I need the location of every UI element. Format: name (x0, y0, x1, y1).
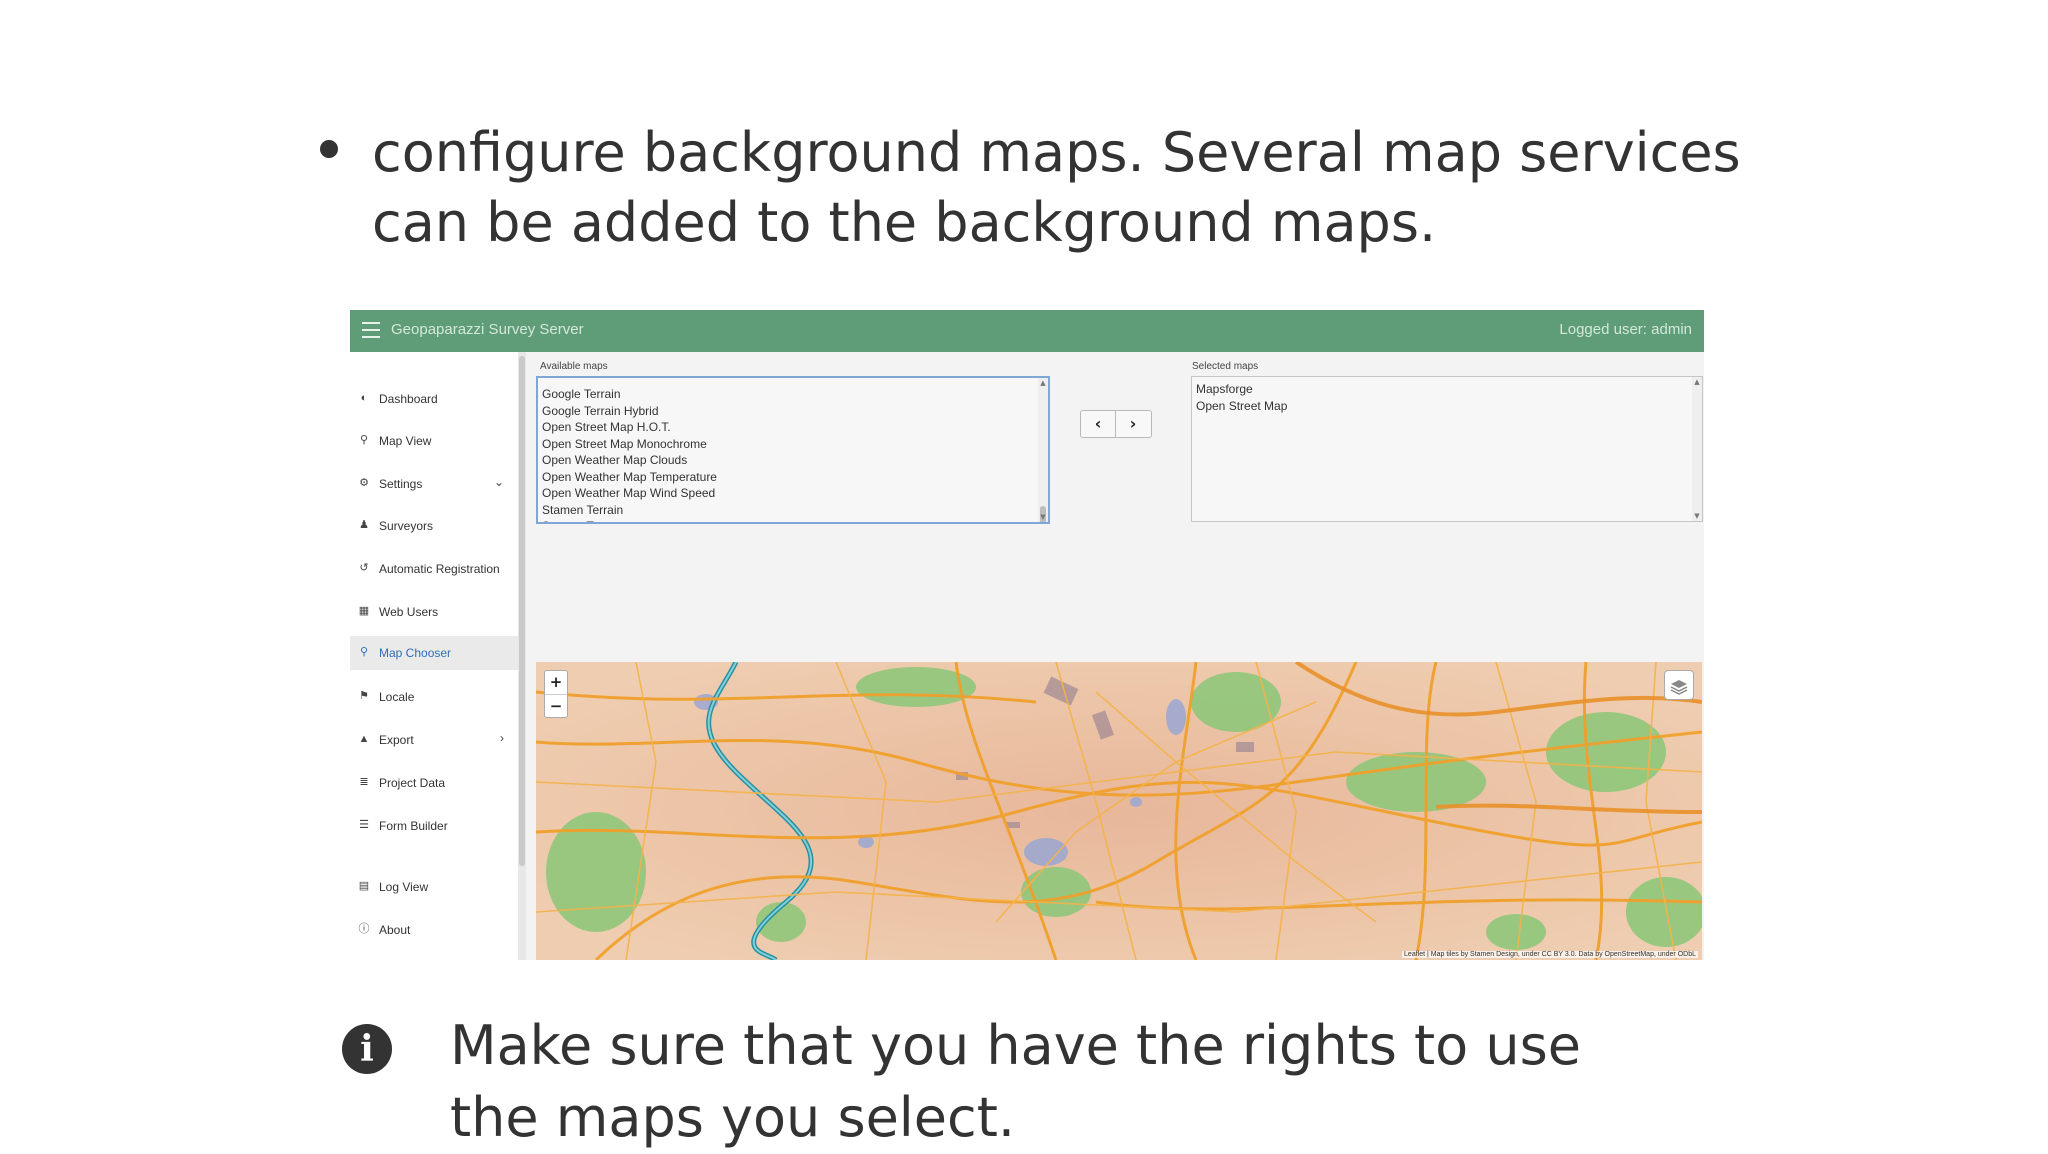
zoom-in-button[interactable]: + (545, 671, 567, 693)
info-icon: ⓘ (358, 923, 370, 935)
chevron-down-icon: ⌄ (493, 475, 504, 489)
sidebar-item-project-data[interactable]: ≣ Project Data (350, 766, 518, 800)
sidebar-item-label: Locale (379, 690, 415, 704)
gears-icon: ⚙ (359, 477, 369, 489)
scroll-down-icon[interactable]: ▼ (1039, 513, 1047, 521)
sidebar-item-label: Export (379, 733, 414, 747)
app-header: Geopaparazzi Survey Server Logged user: … (350, 310, 1704, 352)
history-icon: ↺ (359, 562, 369, 574)
scroll-up-icon[interactable]: ▲ (1039, 379, 1047, 387)
map-pin-icon: ⚲ (359, 646, 369, 658)
available-map-option[interactable]: Google Terrain (542, 386, 1022, 402)
available-map-option[interactable]: Open Street Map H.O.T. (542, 419, 1022, 435)
move-buttons: ‹ › (1080, 410, 1152, 438)
map-preview[interactable]: + − Leaflet | Map tiles by Stamen Design… (536, 662, 1702, 960)
sidebar-item-automatic-registration[interactable]: ↺ Automatic Registration (350, 552, 518, 586)
export-icon: ▲ (358, 733, 370, 745)
scroll-down-icon[interactable]: ▼ (1693, 512, 1701, 520)
sidebar-item-settings[interactable]: ⚙ Settings ⌄ (350, 467, 518, 501)
info-circle-icon: i (342, 1024, 392, 1074)
sidebar-item-label: Surveyors (379, 519, 434, 533)
move-left-button[interactable]: ‹ (1081, 411, 1116, 437)
sidebar-item-export[interactable]: ▲ Export › (350, 723, 518, 757)
sidebar-item-dashboard[interactable]: ◐ Dashboard (350, 382, 518, 416)
available-map-option[interactable]: Stamen Toner (542, 518, 1022, 522)
database-icon: ≣ (359, 776, 369, 788)
sidebar-item-label: Form Builder (379, 819, 448, 833)
available-map-option[interactable]: Open Weather Map Clouds (542, 452, 1022, 468)
sidebar: ◐ Dashboard ⚲ Map View ⚙ Settings ⌄ ♟ Su… (350, 352, 518, 960)
sidebar-item-label: Settings (379, 477, 423, 491)
sidebar-item-label: Web Users (379, 605, 439, 619)
app-title: Geopaparazzi Survey Server (391, 321, 584, 338)
sidebar-item-web-users[interactable]: ▦ Web Users (350, 595, 518, 629)
selected-map-option[interactable]: Open Street Map (1196, 398, 1287, 414)
user-icon: ♟ (359, 519, 369, 531)
sidebar-item-map-chooser[interactable]: ⚲ Map Chooser (350, 636, 518, 670)
sidebar-item-label: Map Chooser (379, 646, 452, 660)
flag-icon: ⚑ (359, 690, 369, 702)
sidebar-item-about[interactable]: ⓘ About (350, 913, 518, 947)
available-maps-label: Available maps (540, 361, 608, 372)
scroll-up-icon[interactable]: ▲ (1693, 378, 1701, 386)
map-attribution: Leaflet | Map tiles by Stamen Design, un… (1402, 951, 1698, 958)
available-map-option[interactable]: Open Street Map Monochrome (542, 436, 1022, 452)
users-icon: ▦ (358, 605, 370, 617)
available-maps-list[interactable]: ▲ ▼ Google Terrain Google Terrain Hybrid O… (536, 376, 1050, 524)
available-map-option[interactable]: Stamen Terrain (542, 502, 1022, 518)
sidebar-item-label: Map View (379, 434, 432, 448)
sidebar-item-surveyors[interactable]: ♟ Surveyors (350, 509, 518, 543)
list-icon: ☰ (359, 819, 369, 831)
sidebar-scrollbar[interactable] (518, 352, 526, 960)
available-map-option[interactable]: Open Weather Map Temperature (542, 469, 1022, 485)
move-right-button[interactable]: › (1116, 411, 1150, 437)
layers-control-icon[interactable] (1664, 670, 1694, 700)
zoom-control: + − (544, 670, 568, 718)
sidebar-item-map-view[interactable]: ⚲ Map View (350, 424, 518, 458)
available-maps-scrollbar[interactable]: ▲ ▼ (1038, 378, 1048, 522)
selected-maps-list[interactable]: ▲ ▼ Mapsforge Open Street Map (1191, 376, 1703, 522)
sidebar-item-label: Dashboard (379, 392, 438, 406)
sidebar-item-locale[interactable]: ⚑ Locale (350, 680, 518, 714)
sidebar-item-label: Log View (379, 880, 429, 894)
sidebar-item-label: Automatic Registration (379, 562, 500, 576)
sidebar-scrollbar-thumb[interactable] (519, 356, 525, 866)
available-map-option[interactable]: Google Terrain Hybrid (542, 403, 1022, 419)
dashboard-icon: ◐ (360, 392, 368, 404)
selected-map-option[interactable]: Mapsforge (1196, 381, 1253, 397)
selected-maps-label: Selected maps (1192, 361, 1259, 372)
sidebar-item-label: About (379, 923, 411, 937)
sidebar-item-form-builder[interactable]: ☰ Form Builder (350, 809, 518, 843)
log-icon: ▤ (358, 880, 370, 892)
bullet-text: configure background maps. Several map s… (372, 121, 1741, 254)
hamburger-menu-icon[interactable] (362, 322, 380, 338)
available-map-option[interactable]: Open Weather Map Wind Speed (542, 485, 1022, 501)
map-pin-icon: ⚲ (359, 434, 369, 446)
bullet-dot (320, 140, 338, 158)
app-screenshot: Geopaparazzi Survey Server Logged user: … (350, 310, 1704, 960)
chevron-right-icon: › (500, 731, 504, 745)
watercolor-map-tiles (536, 662, 1702, 960)
info-note-text: Make sure that you have the rights to us… (450, 1014, 1581, 1149)
sidebar-item-log-view[interactable]: ▤ Log View (350, 870, 518, 904)
sidebar-item-label: Project Data (379, 776, 446, 790)
zoom-out-button[interactable]: − (545, 694, 567, 717)
logged-user-label: Logged user: admin (1559, 321, 1692, 338)
selected-maps-scrollbar[interactable]: ▲ ▼ (1692, 377, 1702, 521)
